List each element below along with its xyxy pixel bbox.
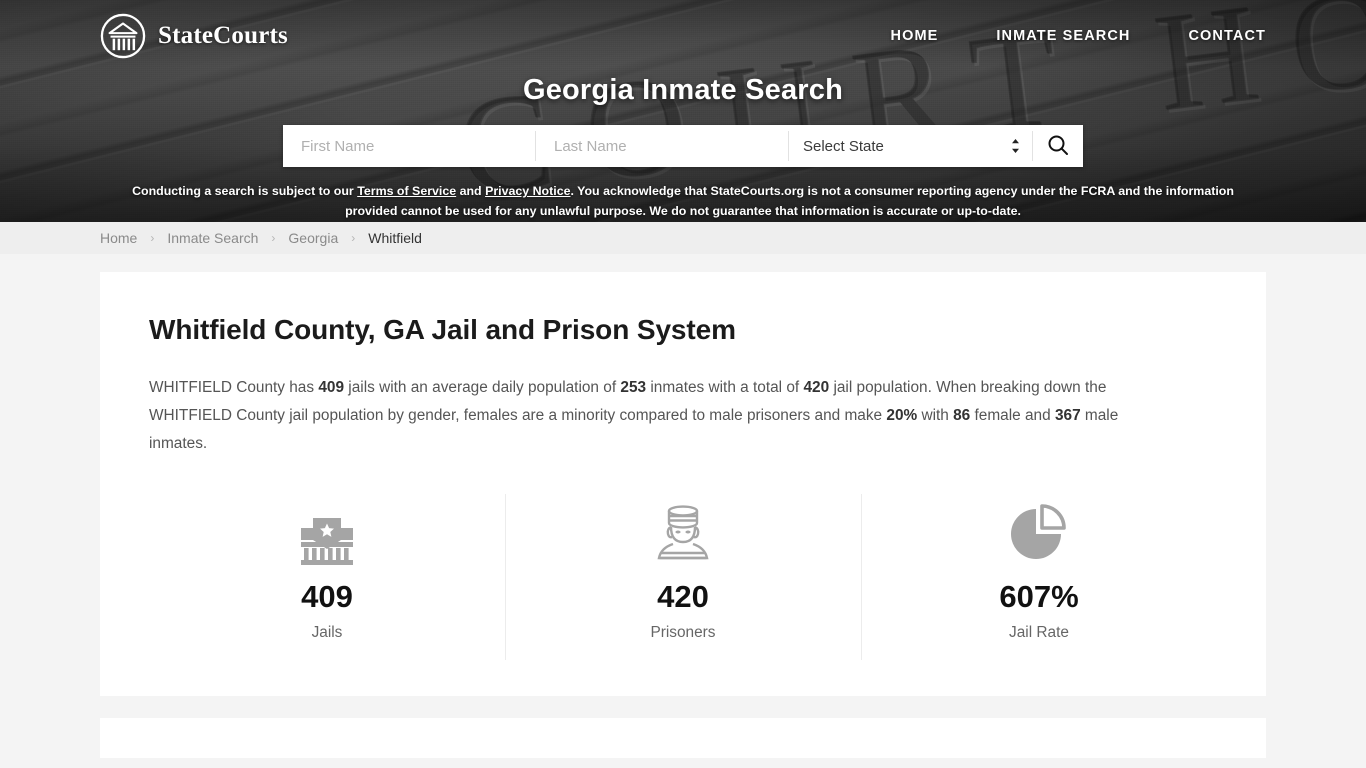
state-select-wrapper: Select State — [789, 125, 1032, 167]
breadcrumb: Home › Inmate Search › Georgia › Whitfie… — [0, 222, 1366, 254]
breadcrumb-item-whitfield: Whitfield — [368, 230, 422, 246]
stat-value-prisoners: 420 — [657, 579, 709, 614]
breadcrumb-item-home[interactable]: Home — [100, 230, 137, 246]
terms-of-service-link[interactable]: Terms of Service — [357, 184, 456, 198]
breadcrumb-item-inmate-search[interactable]: Inmate Search — [167, 230, 258, 246]
stat-jails: 409 Jails — [149, 488, 505, 666]
jails-count-value: 409 — [318, 379, 345, 396]
first-name-input[interactable] — [283, 125, 535, 167]
total-jail-population-value: 420 — [803, 379, 830, 396]
courthouse-logo-icon — [100, 13, 146, 59]
female-percentage-value: 20% — [886, 407, 918, 424]
nav-item-contact[interactable]: CONTACT — [1188, 28, 1266, 44]
brand-logo-link[interactable]: StateCourts — [100, 13, 288, 59]
next-section-card — [100, 718, 1266, 759]
stat-value-jail-rate: 607% — [999, 579, 1079, 614]
stat-prisoners: 420 Prisoners — [505, 488, 861, 666]
disclaimer-text-1: Conducting a search is subject to our — [132, 184, 358, 198]
county-overview-card: Whitfield County, GA Jail and Prison Sys… — [100, 272, 1266, 697]
breadcrumb-separator: › — [150, 231, 155, 245]
county-summary-paragraph: WHITFIELD County has 409 jails with an a… — [149, 374, 1174, 458]
nav-item-inmate-search[interactable]: INMATE SEARCH — [996, 28, 1130, 44]
statistics-row: 409 Jails 420 Prisoners 607% Jail Rate — [149, 488, 1217, 666]
stat-value-jails: 409 — [301, 579, 353, 614]
breadcrumb-separator: › — [271, 231, 276, 245]
jail-building-icon — [149, 496, 505, 568]
summary-text: inmates with a total of — [646, 379, 804, 396]
top-bar: StateCourts HOME INMATE SEARCH CONTACT — [0, 0, 1366, 72]
summary-text: with — [917, 407, 954, 424]
stat-jail-rate: 607% Jail Rate — [861, 488, 1217, 666]
summary-text: jails with an average daily population o… — [344, 379, 621, 396]
last-name-input[interactable] — [536, 125, 788, 167]
stat-label-jail-rate: Jail Rate — [1009, 624, 1069, 642]
page-title: Whitfield County, GA Jail and Prison Sys… — [149, 314, 736, 345]
breadcrumb-item-georgia[interactable]: Georgia — [288, 230, 338, 246]
hero-title: Georgia Inmate Search — [522, 74, 844, 106]
average-daily-population-value: 253 — [620, 379, 647, 396]
male-inmates-value: 367 — [1054, 407, 1081, 424]
brand-name: StateCourts — [158, 22, 288, 49]
disclaimer-text-2: and — [456, 184, 486, 198]
main-navigation: HOME INMATE SEARCH CONTACT — [891, 28, 1266, 44]
inmate-search-form: Select State — [283, 125, 1083, 167]
magnifier-icon — [1046, 133, 1070, 160]
search-disclaimer: Conducting a search is subject to our Te… — [128, 181, 1238, 221]
site-hero: COURT HOUSE StateCourts — [0, 0, 1366, 222]
nav-item-home[interactable]: HOME — [891, 28, 939, 44]
prisoner-icon — [505, 496, 861, 568]
summary-text: WHITFIELD County has — [149, 379, 319, 396]
female-inmates-value: 86 — [953, 407, 971, 424]
stat-label-jails: Jails — [311, 624, 343, 642]
page-content: Whitfield County, GA Jail and Prison Sys… — [0, 254, 1366, 759]
summary-text: female and — [970, 407, 1055, 424]
breadcrumb-separator: › — [351, 231, 356, 245]
privacy-notice-link[interactable]: Privacy Notice — [485, 184, 570, 198]
state-select[interactable]: Select State — [789, 125, 1032, 167]
pie-chart-icon — [861, 496, 1217, 568]
stat-label-prisoners: Prisoners — [650, 624, 716, 642]
search-submit-button[interactable] — [1032, 131, 1083, 161]
